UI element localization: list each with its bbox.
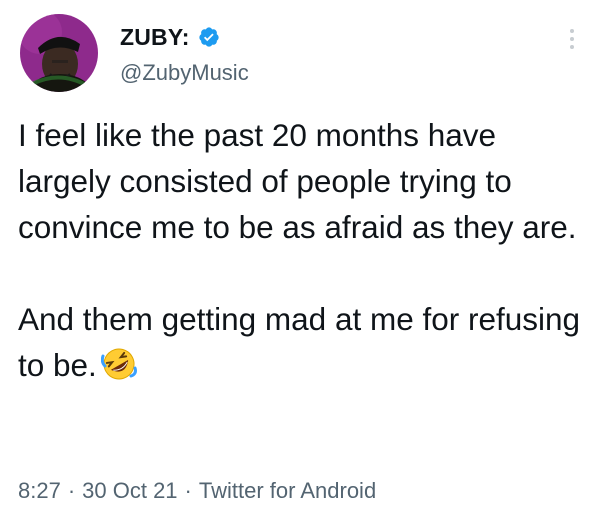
rolling-on-floor-laughing-emoji-icon: [100, 346, 137, 382]
separator-dot: ·: [67, 478, 76, 503]
more-options-icon[interactable]: [560, 24, 584, 54]
tweet-time[interactable]: 8:27: [18, 478, 61, 503]
tweet-paragraph: And them getting mad at me for refusing …: [18, 296, 583, 388]
tweet-date[interactable]: 30 Oct 21: [82, 478, 177, 503]
tweet-source-link[interactable]: Twitter for Android: [199, 478, 376, 503]
avatar-icon: [20, 14, 98, 92]
verified-badge-icon: [198, 26, 220, 48]
separator-dot: ·: [184, 478, 192, 503]
tweet-metadata: 8:27 · 30 Oct 21 · Twitter for Android: [18, 478, 376, 504]
tweet-card: ZUBY: @ZubyMusic I feel like the past 20…: [0, 0, 591, 524]
author-block: ZUBY: @ZubyMusic: [120, 22, 249, 86]
display-name[interactable]: ZUBY:: [120, 24, 190, 51]
author-handle[interactable]: @ZubyMusic: [120, 60, 249, 86]
avatar[interactable]: [20, 14, 98, 92]
author-name-row: ZUBY:: [120, 22, 249, 52]
tweet-text: I feel like the past 20 months have larg…: [18, 112, 583, 388]
tweet-paragraph: I feel like the past 20 months have larg…: [18, 117, 577, 245]
